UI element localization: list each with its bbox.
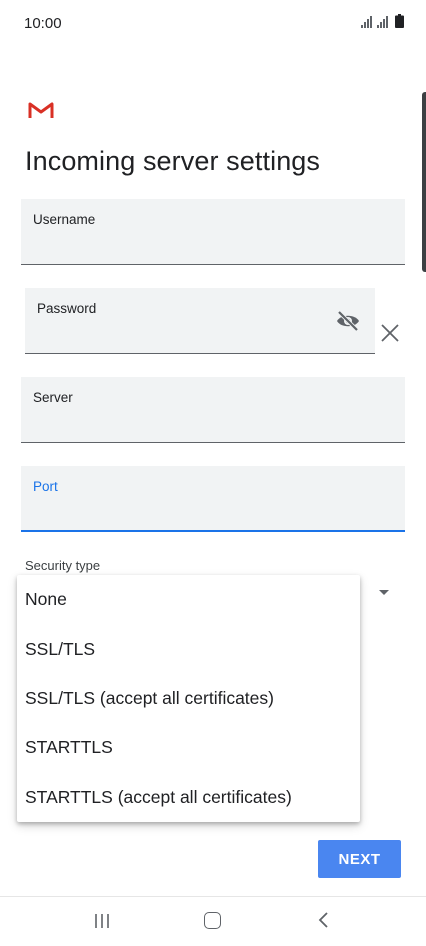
menu-item-ssl-tls[interactable]: SSL/TLS bbox=[17, 624, 360, 673]
security-type-label: Security type bbox=[25, 558, 101, 573]
username-field[interactable]: Username bbox=[21, 199, 405, 265]
nav-divider bbox=[0, 896, 426, 897]
menu-item-ssl-tls-accept-all[interactable]: SSL/TLS (accept all certificates) bbox=[17, 674, 360, 723]
status-icons bbox=[361, 14, 404, 28]
status-time: 10:00 bbox=[24, 15, 62, 32]
visibility-off-icon[interactable] bbox=[335, 310, 361, 332]
signal-icon bbox=[361, 16, 388, 28]
next-button[interactable]: NEXT bbox=[318, 840, 401, 878]
security-type-menu: None SSL/TLS SSL/TLS (accept all certifi… bbox=[17, 575, 360, 822]
menu-item-starttls-accept-all[interactable]: STARTTLS (accept all certificates) bbox=[17, 773, 360, 822]
menu-item-starttls[interactable]: STARTTLS bbox=[17, 723, 360, 772]
close-icon[interactable] bbox=[378, 321, 402, 345]
back-icon[interactable] bbox=[316, 910, 332, 930]
password-label: Password bbox=[37, 301, 97, 316]
home-icon[interactable] bbox=[204, 912, 221, 929]
port-label: Port bbox=[33, 479, 58, 494]
server-label: Server bbox=[33, 390, 73, 405]
username-label: Username bbox=[33, 212, 96, 227]
scrollbar[interactable] bbox=[422, 92, 426, 272]
gmail-logo bbox=[28, 102, 54, 118]
server-field[interactable]: Server bbox=[21, 377, 405, 443]
menu-item-none[interactable]: None bbox=[17, 575, 360, 624]
port-field[interactable]: Port bbox=[21, 466, 405, 532]
battery-icon bbox=[395, 14, 404, 28]
chevron-down-icon[interactable] bbox=[379, 590, 389, 595]
recent-apps-icon[interactable] bbox=[93, 912, 111, 930]
password-field[interactable]: Password bbox=[25, 288, 375, 354]
page-title: Incoming server settings bbox=[25, 146, 321, 176]
